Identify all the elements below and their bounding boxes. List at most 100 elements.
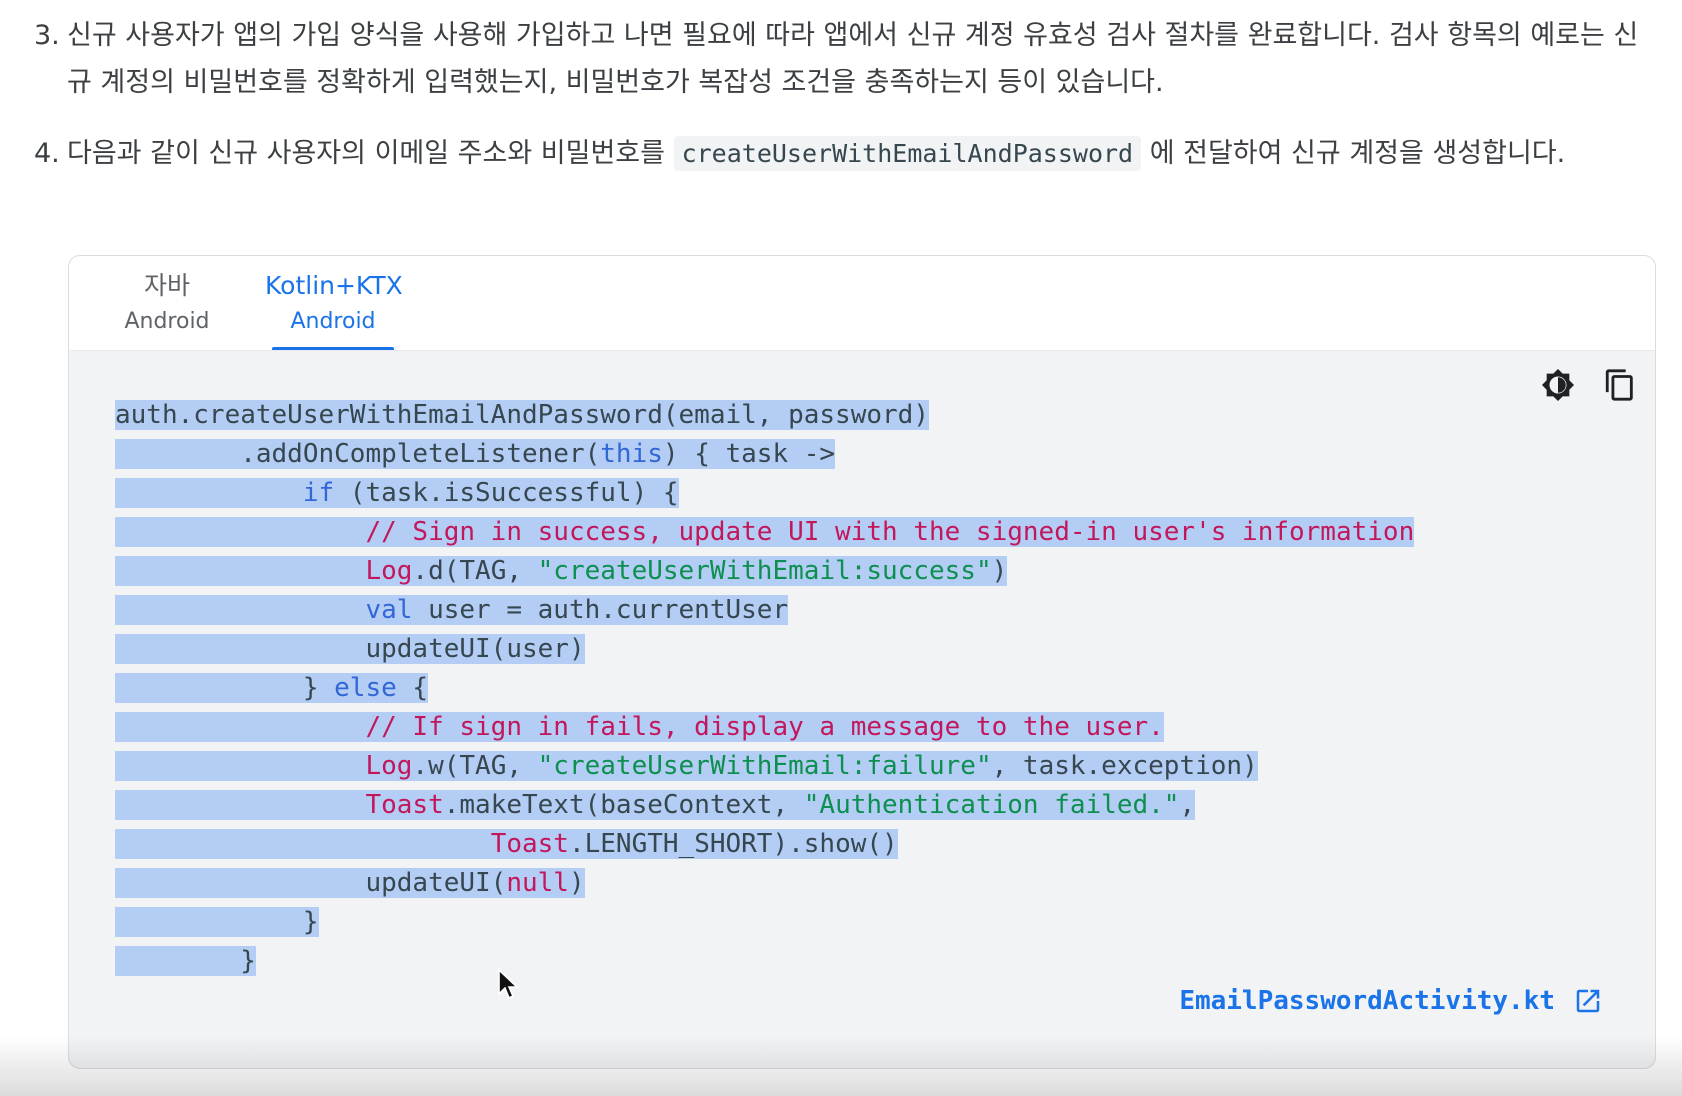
code-block[interactable]: auth.createUserWithEmailAndPassword(emai… [115, 396, 1415, 981]
copy-icon [1605, 369, 1633, 401]
code-token: Toast [365, 790, 444, 820]
selected-text: // If sign in fails, display a message t… [115, 712, 1164, 742]
step-number: 3. [34, 20, 60, 51]
tab-label: Kotlin+KTX [265, 271, 403, 300]
selected-text: updateUI(user) [115, 634, 585, 664]
step-3: 3. 신규 사용자가 앱의 가입 양식을 사용해 가입하고 나면 필요에 따라 … [34, 12, 1654, 106]
code-token: } [115, 907, 319, 937]
code-token: // If sign in fails, display a message t… [365, 712, 1164, 742]
code-token: .addOnCompleteListener( [115, 439, 601, 469]
step-text-before: 다음과 같이 신규 사용자의 이메일 주소와 비밀번호를 [67, 138, 674, 169]
mouse-pointer-icon [498, 968, 519, 1000]
doc-page: 3. 신규 사용자가 앱의 가입 양식을 사용해 가입하고 나면 필요에 따라 … [0, 0, 1682, 1096]
theme-toggle-button[interactable] [1537, 364, 1579, 406]
code-line: } else { [115, 669, 1414, 708]
code-line: } [115, 942, 1414, 981]
code-token: (task.isSuccessful) { [334, 478, 679, 508]
language-tabs: 자바 Android Kotlin+KTX Android [69, 256, 1655, 351]
code-token: } [115, 946, 256, 976]
code-line: auth.createUserWithEmailAndPassword(emai… [115, 396, 1414, 435]
tab-kotlin-ktx[interactable]: Kotlin+KTX Android [265, 268, 403, 350]
tab-sublabel: Android [124, 309, 210, 334]
code-line: updateUI(user) [115, 630, 1414, 669]
code-sample-card: 자바 Android Kotlin+KTX Android auth.creat… [68, 255, 1656, 1069]
tab-java[interactable]: 자바 Android [99, 268, 235, 350]
code-token: Log [365, 751, 413, 781]
copy-button[interactable] [1599, 364, 1641, 406]
code-token: // Sign in success, update UI with the s… [365, 517, 1415, 547]
open-in-new-icon [1576, 989, 1600, 1013]
selected-text: } else { [115, 673, 429, 703]
code-token: "createUserWithEmail:success" [537, 556, 992, 586]
code-token: else [334, 673, 397, 703]
code-line: updateUI(null) [115, 864, 1414, 903]
selected-text: updateUI(null) [115, 868, 585, 898]
code-line: .addOnCompleteListener(this) { task -> [115, 435, 1414, 474]
instruction-steps: 3. 신규 사용자가 앱의 가입 양식을 사용해 가입하고 나면 필요에 따라 … [34, 12, 1654, 177]
code-token: if [302, 478, 335, 508]
tab-sublabel: Android [290, 309, 376, 334]
selected-text: if (task.isSuccessful) { [115, 478, 679, 508]
code-toolbar [1537, 364, 1641, 406]
selected-text: } [115, 907, 319, 937]
code-token: auth.createUserWithEmailAndPassword(emai… [115, 400, 929, 430]
code-line: // If sign in fails, display a message t… [115, 708, 1414, 747]
code-token: val [365, 595, 413, 625]
code-token: null [506, 868, 569, 898]
step-4: 4. 다음과 같이 신규 사용자의 이메일 주소와 비밀번호를 createUs… [34, 130, 1654, 177]
code-token: .makeText(baseContext, [443, 790, 804, 820]
tab-label: 자바 [143, 271, 190, 300]
selected-text: Log.w(TAG, "createUserWithEmail:failure"… [115, 751, 1258, 781]
code-token: updateUI(user) [115, 634, 585, 664]
code-token: } [115, 673, 335, 703]
selected-text: val user = auth.currentUser [115, 595, 789, 625]
code-line: } [115, 903, 1414, 942]
code-token: Toast [490, 829, 569, 859]
code-line: val user = auth.currentUser [115, 591, 1414, 630]
code-line: Log.d(TAG, "createUserWithEmail:success"… [115, 552, 1414, 591]
step-text-after: 에 전달하여 신규 계정을 생성합니다. [1141, 138, 1566, 169]
file-link-label: EmailPasswordActivity.kt [1179, 986, 1555, 1016]
brightness-icon [1541, 368, 1575, 402]
code-token: .d(TAG, [412, 556, 538, 586]
code-token: updateUI( [115, 868, 507, 898]
selected-text: // Sign in success, update UI with the s… [115, 517, 1415, 547]
step-text: 신규 사용자가 앱의 가입 양식을 사용해 가입하고 나면 필요에 따라 앱에서… [67, 20, 1639, 98]
inline-code: createUserWithEmailAndPassword [673, 136, 1142, 171]
code-line: Toast.makeText(baseContext, "Authenticat… [115, 786, 1414, 825]
selected-text: Toast.makeText(baseContext, "Authenticat… [115, 790, 1196, 820]
code-token: .LENGTH_SHORT).show() [568, 829, 898, 859]
selected-text: } [115, 946, 256, 976]
code-token: { [396, 673, 429, 703]
code-token: ) [991, 556, 1008, 586]
step-number: 4. [34, 138, 60, 169]
code-token: user = auth.currentUser [412, 595, 789, 625]
code-line: // Sign in success, update UI with the s… [115, 513, 1415, 552]
code-token: ) [568, 868, 585, 898]
source-file-link[interactable]: EmailPasswordActivity.kt [1179, 986, 1603, 1016]
code-token: , [1179, 790, 1196, 820]
code-line: if (task.isSuccessful) { [115, 474, 1414, 513]
code-token: .w(TAG, [412, 751, 538, 781]
code-token: , task.exception) [991, 751, 1258, 781]
code-line: Toast.LENGTH_SHORT).show() [115, 825, 1414, 864]
selected-text: .addOnCompleteListener(this) { task -> [115, 439, 836, 469]
code-token: "Authentication failed." [803, 790, 1180, 820]
code-token: "createUserWithEmail:failure" [537, 751, 992, 781]
code-token: Log [365, 556, 413, 586]
selected-text: Log.d(TAG, "createUserWithEmail:success"… [115, 556, 1008, 586]
code-token: this [600, 439, 663, 469]
selected-text: Toast.LENGTH_SHORT).show() [115, 829, 898, 859]
selected-text: auth.createUserWithEmailAndPassword(emai… [115, 400, 929, 430]
step-text: 다음과 같이 신규 사용자의 이메일 주소와 비밀번호를 createUserW… [67, 130, 1654, 177]
code-line: Log.w(TAG, "createUserWithEmail:failure"… [115, 747, 1414, 786]
code-token: ) { task -> [662, 439, 836, 469]
